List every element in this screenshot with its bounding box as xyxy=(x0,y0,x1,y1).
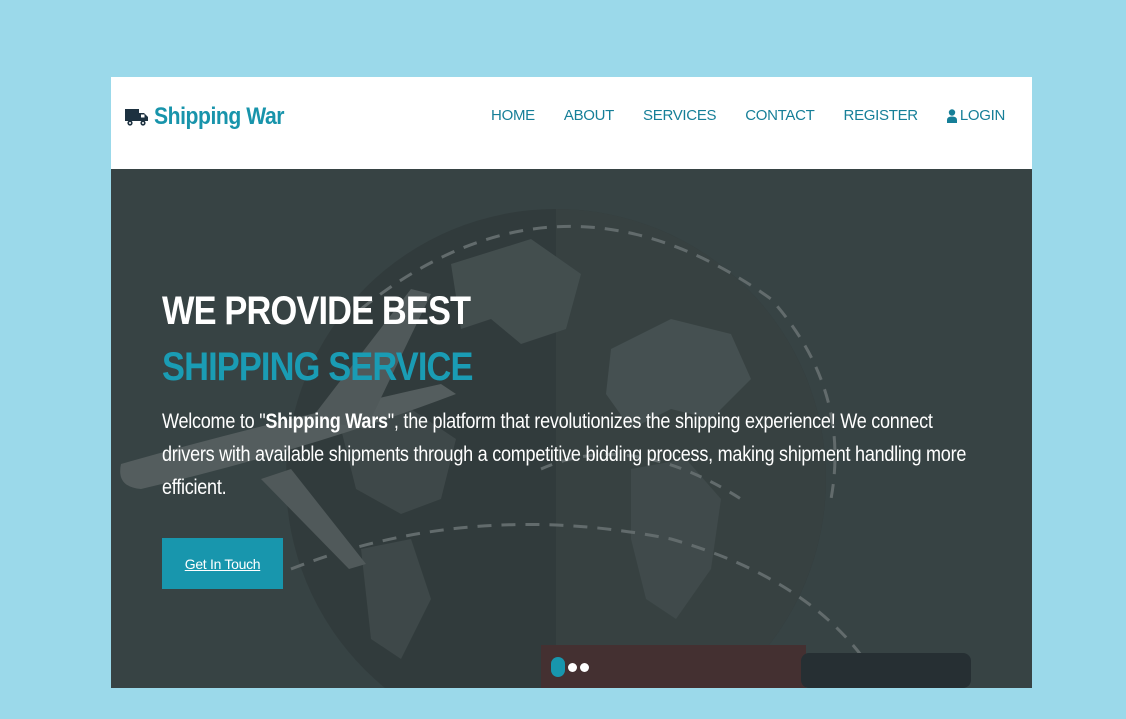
carousel-dot-2[interactable] xyxy=(568,662,577,672)
nav-item-contact[interactable]: CONTACT xyxy=(745,107,815,124)
carousel-dot-3[interactable] xyxy=(580,662,589,672)
brand-logo[interactable]: Shipping War xyxy=(125,103,302,131)
brand-name: Shipping War xyxy=(154,103,285,130)
truck-icon xyxy=(125,109,148,126)
page-frame: Shipping War HOME ABOUT SERVICES CONTACT… xyxy=(111,77,1032,688)
nav-item-services[interactable]: SERVICES xyxy=(643,107,716,124)
main-nav: HOME ABOUT SERVICES CONTACT REGISTER LOG… xyxy=(491,107,1005,124)
nav-item-login[interactable]: LOGIN xyxy=(946,107,1005,124)
nav-item-about[interactable]: ABOUT xyxy=(564,107,614,124)
hero-title-line2: SHIPPING SERVICE xyxy=(162,345,473,389)
hero-description: Welcome to "Shipping Wars", the platform… xyxy=(162,405,988,504)
nav-item-register[interactable]: REGISTER xyxy=(844,107,919,124)
get-in-touch-button[interactable]: Get In Touch xyxy=(162,538,283,589)
carousel-indicators xyxy=(551,657,589,677)
nav-item-home[interactable]: HOME xyxy=(491,107,535,124)
hero-banner: WE PROVIDE BEST SHIPPING SERVICE Welcome… xyxy=(111,169,1032,688)
carousel-dot-1[interactable] xyxy=(551,657,565,677)
hero-title-line1: WE PROVIDE BEST xyxy=(162,289,471,333)
user-icon xyxy=(946,108,957,123)
hero-text-bold: Shipping Wars xyxy=(265,410,388,433)
hero-text-before: Welcome to " xyxy=(162,410,266,433)
nav-item-login-label: LOGIN xyxy=(959,107,1005,124)
hero-content: WE PROVIDE BEST SHIPPING SERVICE Welcome… xyxy=(162,287,982,525)
navbar: Shipping War HOME ABOUT SERVICES CONTACT… xyxy=(111,77,1032,169)
